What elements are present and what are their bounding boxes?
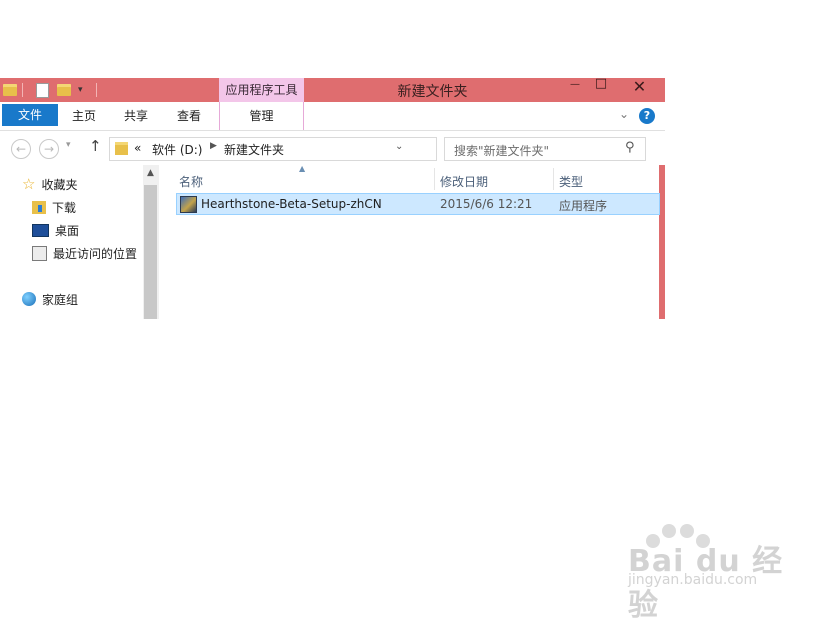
address-dropdown-icon[interactable]: ⌄ — [395, 141, 403, 152]
nav-item-label: 收藏夹 — [41, 177, 78, 192]
file-name: Hearthstone-Beta-Setup-zhCN — [201, 197, 382, 211]
file-list: ▲ 名称 修改日期 类型 Hearthstone-Beta-Setup-zhCN… — [159, 164, 660, 319]
navigation-bar: ← → ▾ ↑ « 软件 (D:) ▶ 新建文件夹 ⌄ ↻ 搜索"新建文件夹" … — [0, 131, 665, 165]
column-header-name[interactable]: 名称 — [179, 173, 203, 190]
nav-item-label: 下载 — [52, 200, 77, 215]
close-button[interactable]: ✕ — [617, 78, 662, 98]
recent-places-icon — [32, 245, 47, 261]
quick-access-folder-icon[interactable] — [3, 81, 17, 99]
nav-item-homegroup[interactable]: 家庭组 — [22, 290, 78, 308]
star-icon: ☆ — [22, 175, 36, 193]
quick-access-new-folder-icon[interactable] — [57, 81, 71, 99]
title-bar: ▾ 应用程序工具 新建文件夹 — □ ✕ — [0, 78, 665, 102]
nav-item-downloads[interactable]: 下载 — [32, 198, 76, 216]
tab-manage[interactable]: 管理 — [219, 102, 304, 130]
file-type: 应用程序 — [559, 199, 608, 213]
tab-file[interactable]: 文件 — [2, 104, 58, 126]
maximize-button[interactable]: □ — [586, 78, 616, 98]
nav-item-label: 家庭组 — [42, 292, 79, 307]
explorer-window: ▾ 应用程序工具 新建文件夹 — □ ✕ 文件 主页 共享 查看 管理 ⌄ ? … — [0, 78, 665, 319]
desktop-icon — [32, 223, 49, 237]
baidu-watermark: Bai du 经验 jingyan.baidu.com — [616, 522, 786, 623]
tab-home[interactable]: 主页 — [62, 102, 106, 130]
window-title: 新建文件夹 — [397, 84, 468, 100]
nav-item-recent-places[interactable]: 最近访问的位置 — [32, 244, 137, 262]
application-icon — [180, 196, 197, 213]
tab-share[interactable]: 共享 — [114, 102, 158, 130]
quick-access-separator — [22, 81, 23, 99]
help-icon[interactable]: ? — [639, 108, 655, 124]
nav-item-desktop[interactable]: 桌面 — [32, 221, 79, 239]
column-divider[interactable] — [553, 168, 554, 190]
breadcrumb-drive[interactable]: 软件 (D:) — [152, 141, 202, 158]
quick-access-properties-icon[interactable] — [36, 81, 49, 99]
folder-icon — [115, 142, 128, 155]
nav-pane-scrollbar[interactable]: ▲ — [143, 165, 159, 319]
navigation-pane: ☆ 收藏夹 下载 桌面 最近访问的位置 家庭组 — [0, 165, 143, 319]
homegroup-icon — [22, 292, 36, 306]
table-row[interactable]: Hearthstone-Beta-Setup-zhCN 2015/6/6 12:… — [176, 193, 660, 215]
content-area: ☆ 收藏夹 下载 桌面 最近访问的位置 家庭组 ▲ ▲ 名称 修改日期 类型 H… — [0, 164, 660, 319]
address-bar[interactable]: « 软件 (D:) ▶ 新建文件夹 ⌄ ↻ — [109, 137, 537, 161]
breadcrumb-overflow[interactable]: « — [134, 141, 141, 155]
column-divider[interactable] — [434, 168, 435, 190]
nav-item-label: 最近访问的位置 — [53, 246, 138, 261]
forward-button[interactable]: → — [39, 139, 59, 159]
quick-access-dropdown-icon[interactable]: ▾ — [78, 81, 83, 99]
quick-access-separator — [96, 81, 97, 99]
scroll-up-icon[interactable]: ▲ — [147, 168, 154, 178]
ribbon-tabs: 文件 主页 共享 查看 管理 ⌄ ? — [0, 102, 665, 131]
file-date-modified: 2015/6/6 12:21 — [440, 197, 533, 211]
contextual-tab-header: 应用程序工具 — [219, 78, 304, 102]
column-header-date-modified[interactable]: 修改日期 — [440, 173, 488, 190]
breadcrumb-folder[interactable]: 新建文件夹 — [224, 141, 284, 158]
search-icon[interactable]: ⚲ — [625, 140, 635, 155]
up-button[interactable]: ↑ — [89, 137, 102, 155]
back-button[interactable]: ← — [11, 139, 31, 159]
watermark-url: jingyan.baidu.com — [628, 572, 758, 588]
search-box[interactable]: 搜索"新建文件夹" ⚲ — [444, 137, 646, 161]
ribbon-expand-icon[interactable]: ⌄ — [619, 107, 629, 121]
scrollbar-thumb[interactable] — [144, 185, 157, 319]
sort-ascending-icon: ▲ — [299, 164, 306, 173]
nav-item-label: 桌面 — [55, 223, 80, 238]
breadcrumb-chevron-icon[interactable]: ▶ — [210, 141, 217, 151]
tab-view[interactable]: 查看 — [167, 102, 211, 130]
column-header-type[interactable]: 类型 — [559, 173, 583, 190]
nav-item-favorites[interactable]: ☆ 收藏夹 — [22, 175, 77, 193]
downloads-folder-icon — [32, 200, 46, 214]
search-input[interactable]: 搜索"新建文件夹" — [454, 142, 549, 159]
recent-locations-icon[interactable]: ▾ — [66, 140, 71, 150]
